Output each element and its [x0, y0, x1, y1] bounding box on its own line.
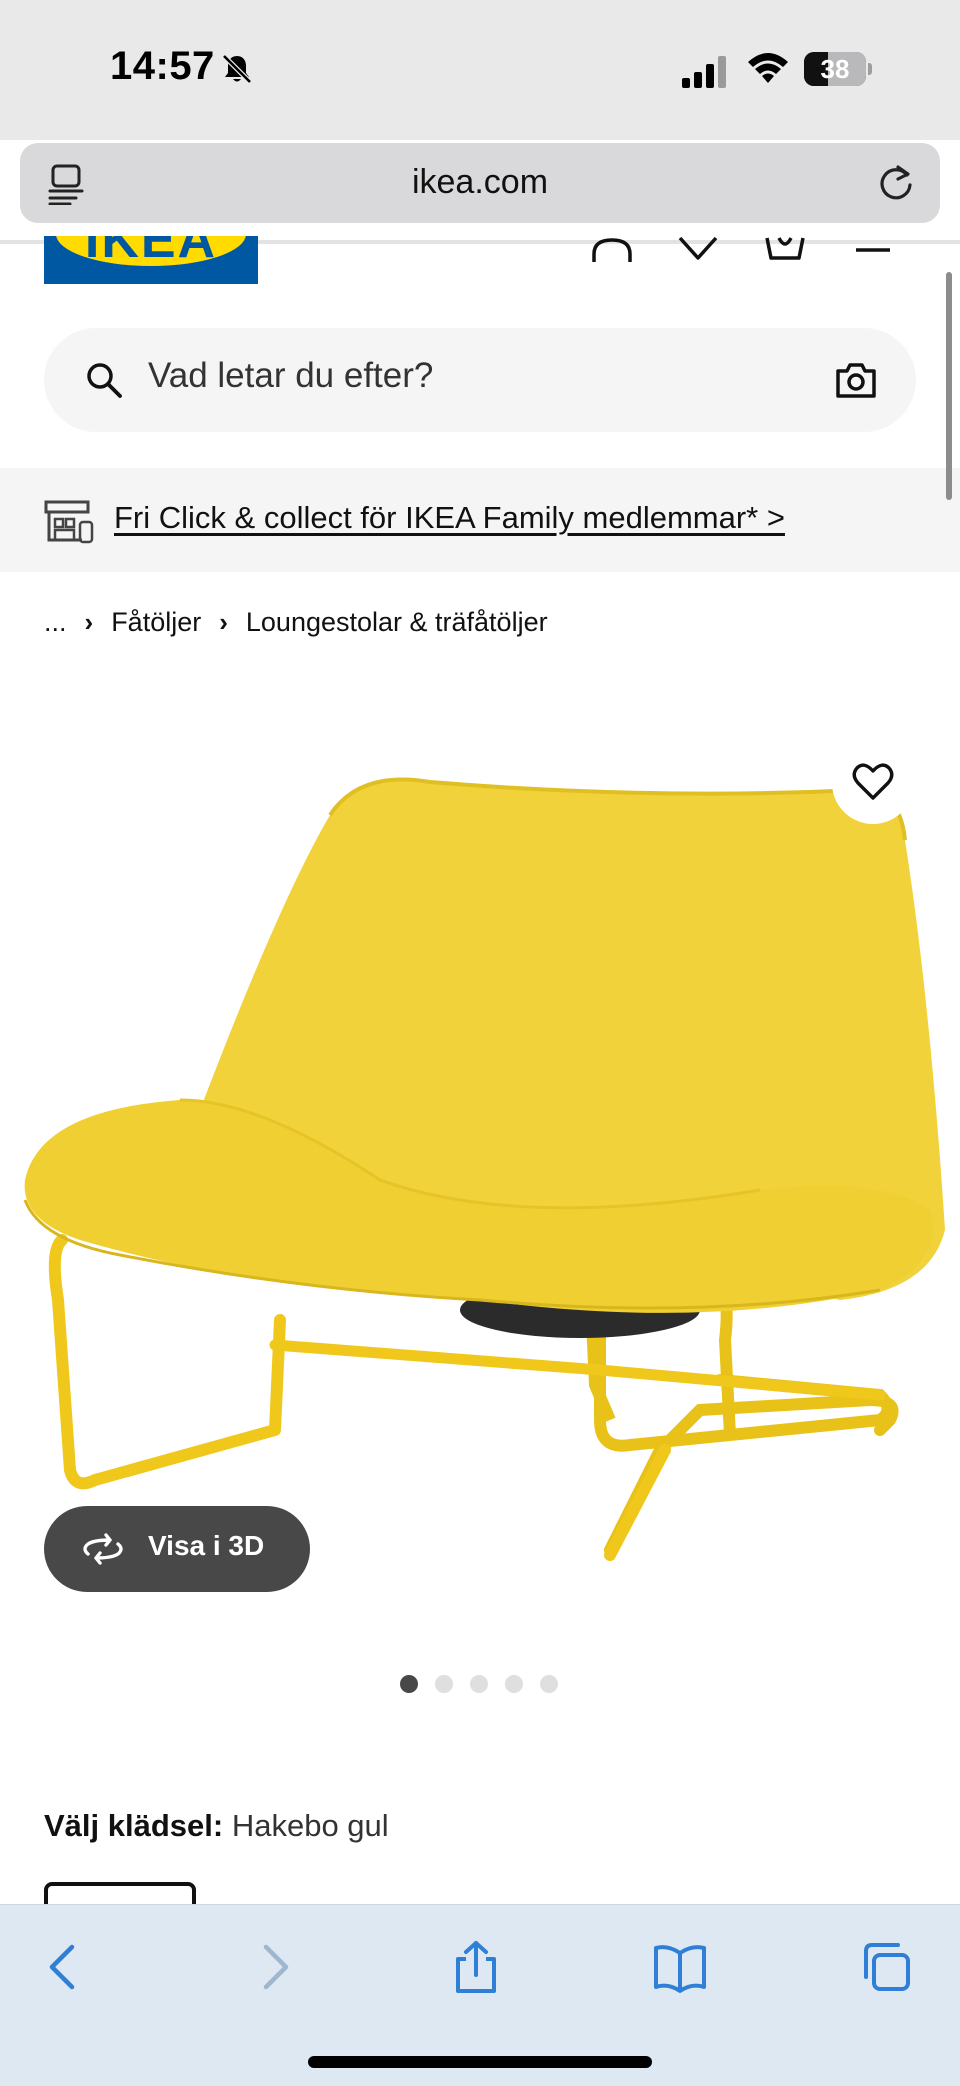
status-time: 14:57: [110, 44, 215, 88]
pagination-dot[interactable]: [505, 1675, 523, 1693]
ikea-logo[interactable]: IKEA: [44, 236, 258, 284]
bell-slash-icon: [222, 54, 252, 84]
bookmarks-icon[interactable]: [652, 1939, 708, 1995]
search-input[interactable]: Vad letar du efter?: [148, 356, 433, 396]
pagination-dot[interactable]: [470, 1675, 488, 1693]
breadcrumb-item-armchairs[interactable]: Fåtöljer: [111, 607, 201, 638]
url-text[interactable]: ikea.com: [20, 163, 940, 202]
search-icon: [87, 363, 122, 398]
upholstery-selector-heading: Välj klädsel: Hakebo gul: [44, 1808, 389, 1844]
chevron-right-icon: ›: [219, 606, 228, 637]
heart-icon[interactable]: [676, 236, 720, 262]
shopping-bag-icon[interactable]: [763, 236, 807, 262]
pagination-dot[interactable]: [435, 1675, 453, 1693]
pagination-dot[interactable]: [400, 1675, 418, 1693]
wifi-icon: [748, 53, 788, 83]
promo-link[interactable]: Fri Click & collect för IKEA Family medl…: [114, 500, 785, 536]
pagination-dot[interactable]: [540, 1675, 558, 1693]
search-bar[interactable]: Vad letar du efter?: [44, 328, 916, 432]
product-image[interactable]: [0, 700, 960, 1620]
reload-icon[interactable]: [876, 163, 916, 203]
store-icon: [44, 500, 94, 544]
chevron-right-icon: ›: [84, 606, 94, 637]
status-bar: 14:57 38: [0, 0, 960, 140]
breadcrumb-ellipsis[interactable]: ...: [44, 607, 67, 638]
heart-icon[interactable]: [852, 762, 894, 802]
menu-icon[interactable]: [852, 236, 896, 262]
cellular-signal-icon: [682, 56, 726, 88]
home-indicator: [308, 2056, 652, 2068]
rotate-3d-icon: [83, 1533, 123, 1565]
address-bar[interactable]: ikea.com: [20, 143, 940, 223]
forward-icon[interactable]: [246, 1939, 302, 1995]
battery-level: 38: [820, 54, 850, 84]
promo-banner[interactable]: Fri Click & collect för IKEA Family medl…: [0, 468, 960, 572]
battery-indicator: 38: [804, 52, 872, 86]
page-scrollbar[interactable]: [946, 272, 952, 500]
tabs-icon[interactable]: [858, 1939, 914, 1995]
back-icon[interactable]: [36, 1939, 92, 1995]
breadcrumb-item-lounge-chairs[interactable]: Loungestolar & träfåtöljer: [246, 607, 548, 638]
user-icon[interactable]: [590, 236, 634, 262]
camera-icon[interactable]: [834, 360, 878, 400]
breadcrumb: ... › Fåtöljer › Loungestolar & träfåtöl…: [44, 602, 548, 642]
view-in-3d-button[interactable]: Visa i 3D: [44, 1506, 310, 1592]
upholstery-label: Välj klädsel:: [44, 1808, 224, 1843]
view-in-3d-label: Visa i 3D: [148, 1530, 265, 1561]
share-icon[interactable]: [448, 1939, 504, 1995]
upholstery-value: Hakebo gul: [231, 1808, 389, 1843]
logo-text: IKEA: [84, 236, 218, 269]
